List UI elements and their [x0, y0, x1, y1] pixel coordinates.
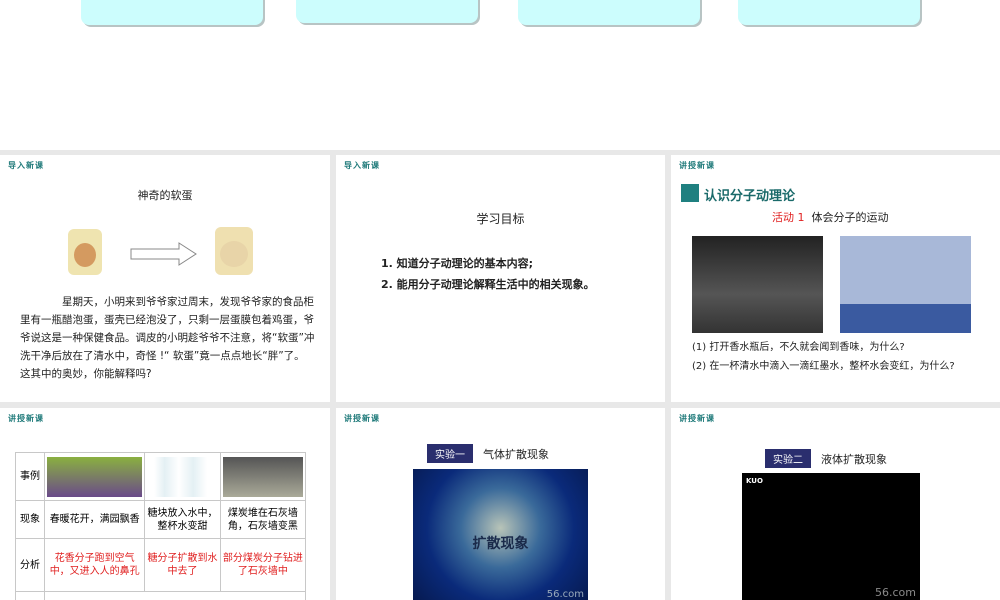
flowers-image	[43, 452, 146, 501]
cyan-box	[81, 0, 263, 25]
arrow-icon	[130, 242, 197, 266]
slide-title: 学习目标	[476, 212, 525, 226]
watermark: 56.com	[546, 589, 584, 600]
row-header: 现象	[15, 500, 45, 539]
water-glasses-image	[144, 452, 221, 501]
activity-label: 活动 1	[772, 211, 805, 224]
diffusion-examples-table: 事例 现象 春暖花开，满园飘香 糖块放入水中，整杯水变甜 煤炭堆在石灰墙角，石灰…	[15, 452, 307, 600]
objective-item: 2. 能用分子动理论解释生活中的相关现象。	[381, 278, 595, 291]
experiment-title: 气体扩散现象	[483, 448, 549, 461]
perfume-photo	[692, 236, 823, 333]
phenomenon-cell: 煤炭堆在石灰墙角，石灰墙变黑	[219, 500, 307, 539]
row-header: 事例	[15, 452, 45, 501]
section-label: 讲授新课	[344, 414, 380, 423]
slide-title: 神奇的软蛋	[137, 189, 193, 202]
liquid-diffusion-video[interactable]: KUO 56.com	[742, 473, 920, 600]
previous-slide-area	[0, 0, 1000, 150]
analysis-cell: 部分煤炭分子钻进了石灰墙中	[219, 538, 307, 592]
egg-jar-image	[68, 229, 102, 275]
cyan-box	[296, 0, 478, 23]
cyan-box	[518, 0, 700, 25]
gas-diffusion-video[interactable]: 扩散现象 56.com	[413, 469, 588, 600]
cyan-box	[738, 0, 920, 25]
slide-thumbnail-6[interactable]: 讲授新课 实验二 液体扩散现象 KUO 56.com	[671, 408, 1000, 600]
section-label: 导入新课	[8, 161, 44, 170]
experiment-tag: 实验一	[427, 444, 473, 463]
activity-title: 体会分子的运动	[811, 211, 889, 224]
objective-item: 1. 知道分子动理论的基本内容;	[381, 257, 534, 270]
section-label: 导入新课	[344, 161, 380, 170]
section-label: 讲授新课	[8, 414, 44, 423]
section-label: 讲授新课	[679, 161, 715, 170]
slide-thumbnail-2[interactable]: 导入新课 学习目标 1. 知道分子动理论的基本内容; 2. 能用分子动理论解释生…	[336, 155, 665, 402]
watermark: 56.com	[875, 586, 916, 599]
story-text: 星期天，小明来到爷爷家过周末，发现爷爷家的食品柜里有一瓶醋泡蛋，蛋壳已经泡没了，…	[20, 296, 315, 380]
coal-wall-image	[219, 452, 307, 501]
phenomenon-cell: 春暖花开，满园飘香	[43, 500, 146, 539]
question-1: (1) 打开香水瓶后，不久就会闻到香味，为什么?	[692, 342, 905, 353]
phenomenon-cell: 糖块放入水中，整杯水变甜	[144, 500, 221, 539]
section-heading: 认识分子动理论	[704, 189, 796, 204]
analysis-cell: 糖分子扩散到水中去了	[144, 538, 221, 592]
video-logo: KUO	[746, 477, 763, 485]
slide-thumbnail-1[interactable]: 导入新课 神奇的软蛋 星期天，小明来到爷爷家过周末，发现爷爷家的食品柜里有一瓶醋…	[0, 155, 330, 402]
section-label: 讲授新课	[679, 414, 715, 423]
slide-thumbnail-3[interactable]: 讲授新课 认识分子动理论 活动 1 体会分子的运动 (1) 打开香水瓶后，不久就…	[671, 155, 1000, 402]
experiment-tag: 实验二	[765, 449, 811, 468]
experiment-title: 液体扩散现象	[821, 453, 887, 466]
heading-marker-icon	[681, 184, 699, 202]
row-header: 分析	[15, 538, 45, 592]
question-2: (2) 在一杯清水中滴入一滴红墨水，整杯水会变红，为什么?	[692, 361, 955, 372]
video-title-text: 扩散现象	[472, 536, 529, 552]
slide-thumbnail-4[interactable]: 讲授新课 事例 现象 春暖花开，满园飘香 糖块放入水中，整杯水变甜 煤炭堆在石灰…	[0, 408, 330, 600]
analysis-cell: 花香分子跑到空气中，又进入人的鼻孔	[43, 538, 146, 592]
swollen-egg-jar-image	[215, 227, 253, 275]
slide-thumbnail-5[interactable]: 讲授新课 实验一 气体扩散现象 扩散现象 56.com	[336, 408, 665, 600]
ink-drop-photo	[840, 236, 971, 333]
